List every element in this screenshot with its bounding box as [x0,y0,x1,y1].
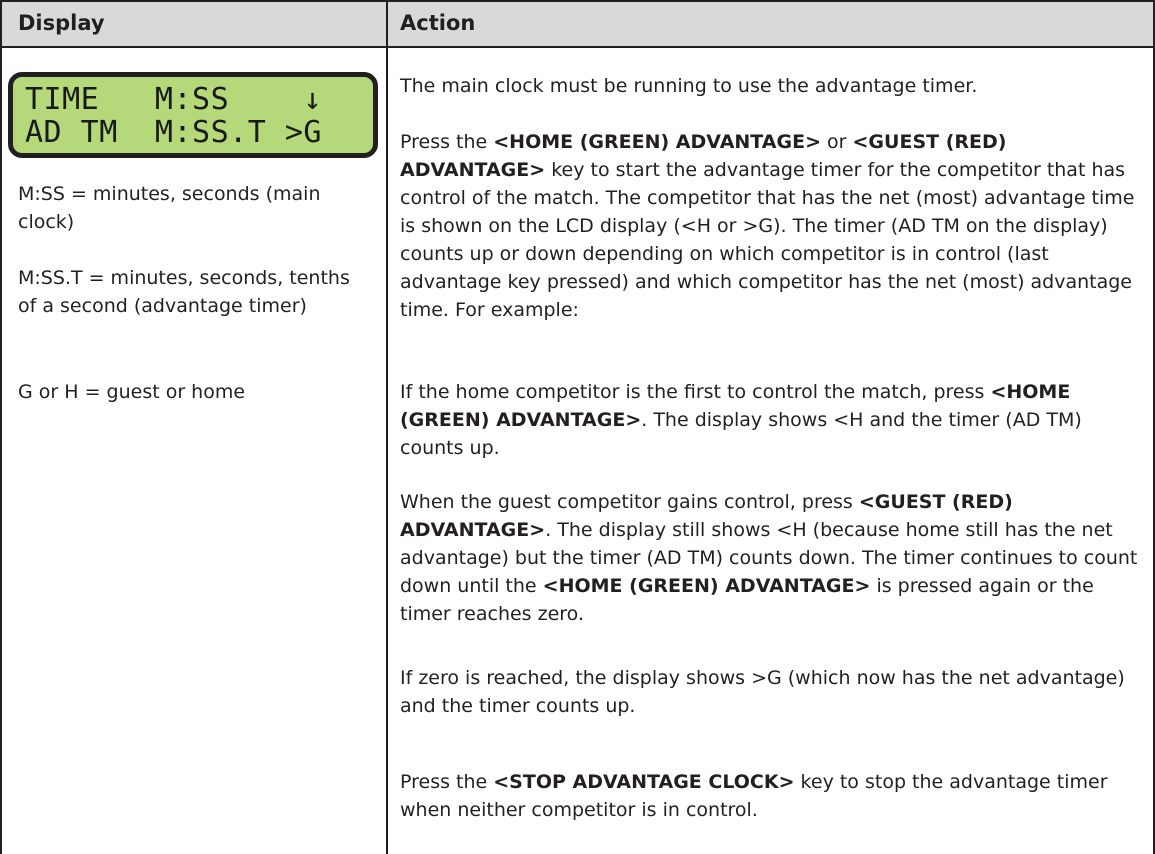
action-paragraph-2: Press the <HOME (GREEN) ADVANTAGE> or <G… [400,131,1135,321]
lcd-line-1: TIME M:SS ↓ [25,82,322,117]
key-home-advantage: <HOME (GREEN) ADVANTAGE> [493,131,821,153]
lcd-line-2: AD TM M:SS.T >G [25,115,322,150]
action-paragraph-3: If the home competitor is the first to c… [400,381,1082,459]
action-paragraph-4: When the guest competitor gains control,… [400,491,1138,625]
action-paragraph-6: Press the <STOP ADVANTAGE CLOCK> key to … [400,771,1108,821]
header-action: Action [400,11,476,35]
key-stop-advantage-clock: <STOP ADVANTAGE CLOCK> [493,771,795,793]
legend-mss: M:SS = minutes, seconds (main clock) [18,183,321,233]
legend-g-h: G or H = guest or home [18,381,246,403]
action-paragraph-1: The main clock must be running to use th… [400,75,978,97]
table-border-left [0,0,2,854]
lcd-display: TIME M:SS ↓ AD TM M:SS.T >G [8,72,378,158]
header-display: Display [18,11,105,35]
legend-msst: M:SS.T = minutes, seconds, tenths of a s… [18,267,350,317]
table-header: Display Action [0,0,1155,48]
action-paragraph-5: If zero is reached, the display shows >G… [400,667,1125,717]
table-column-divider [386,0,388,854]
instruction-table: Display Action TIME M:SS ↓ AD TM M:SS.T … [0,0,1155,854]
key-home-advantage: <HOME (GREEN) ADVANTAGE> [542,575,871,597]
